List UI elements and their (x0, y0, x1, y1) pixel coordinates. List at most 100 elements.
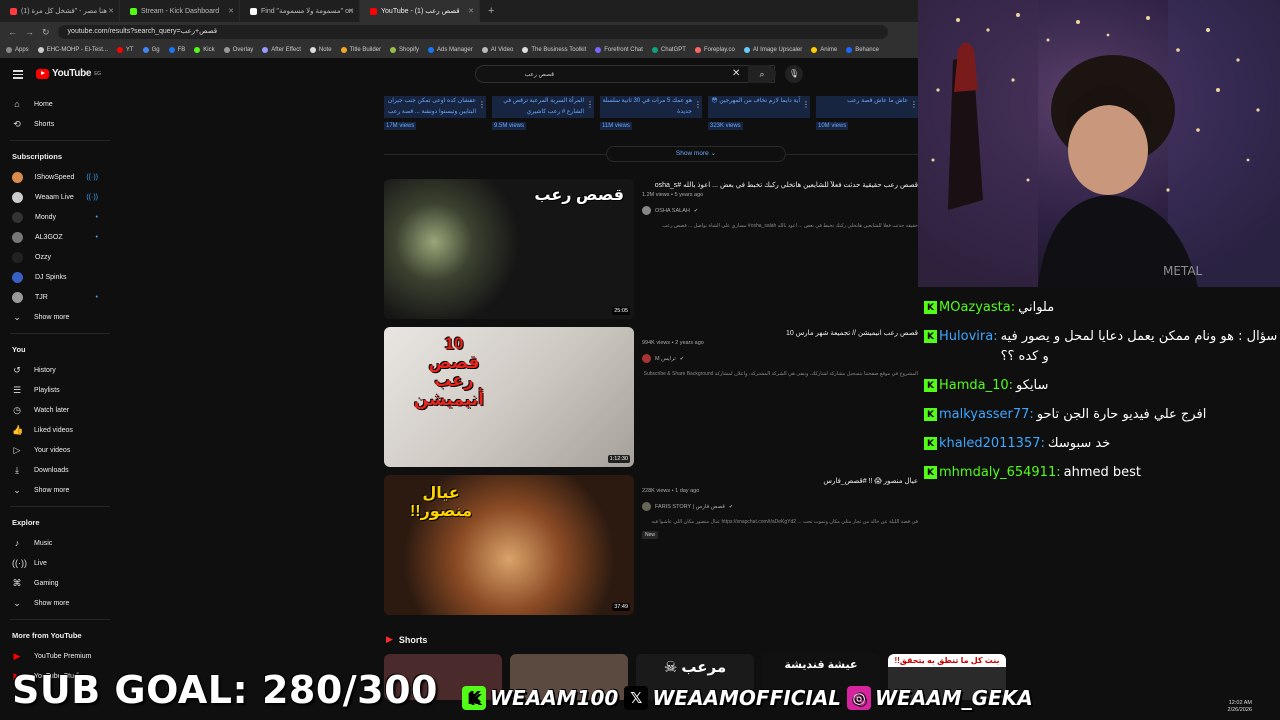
video-result[interactable]: قصص رعب 25:05 قصص رعب حقيقية حدثت فعلاً لل… (384, 179, 918, 319)
bookmark-item[interactable]: Foreplay.co (694, 47, 735, 53)
new-tab-button[interactable]: + (480, 5, 502, 17)
sidebar-item-downloads[interactable]: ⤓ Downloads (0, 460, 120, 480)
video-title[interactable]: قصص رعب انيميشن // تجميعة شهر مارس 10 (642, 329, 918, 337)
url-input[interactable]: youtube.com/results?search_query=قصص+رعب (57, 25, 888, 39)
more-options-icon[interactable]: ⋮ (694, 100, 702, 109)
menu-icon[interactable] (13, 70, 23, 81)
sidebar-item-shorts[interactable]: ⟲ Shorts (0, 114, 120, 134)
subscriptions-show-more[interactable]: ⌄ Show more (0, 307, 120, 327)
bookmark-item[interactable]: Note (309, 47, 332, 53)
sidebar-item-home[interactable]: ⌂ Home (0, 94, 120, 114)
bookmark-item[interactable]: Forefront Chat (595, 47, 643, 53)
you-header[interactable]: You (0, 340, 120, 360)
explore-show-more[interactable]: ⌄ Show more (0, 593, 120, 613)
bookmark-item[interactable]: ChatGPT (651, 47, 686, 53)
search-input[interactable]: قصص رعب (475, 65, 775, 83)
bookmark-item[interactable]: After Effect (262, 47, 301, 53)
bookmark-label: AI Video (490, 47, 514, 53)
microphone-icon[interactable]: 🎙 (785, 65, 803, 83)
sidebar-item-gaming[interactable]: ⌘ Gaming (0, 573, 120, 593)
shelf-video-card[interactable]: عفشان كده اوعى تمكن جنب جيران البتابين و… (384, 96, 486, 136)
shelf-video-card[interactable]: هو عمك 5 مرات في 30 ثانية سلسلة جديدة 11M… (600, 96, 702, 136)
reload-icon[interactable]: ↻ (42, 27, 50, 38)
browser-tab[interactable]: Find "مسمومة ولا مسمومة" on ✕ (240, 0, 360, 22)
bookmark-icon (142, 47, 149, 53)
video-channel[interactable]: M ترايس ✔ (642, 354, 918, 363)
subscription-item[interactable]: Weaam Live ((·)) (0, 187, 120, 207)
bookmark-icon (481, 47, 488, 53)
bookmark-item[interactable]: Ads Manager (428, 47, 473, 53)
video-thumbnail[interactable]: قصص رعب 25:05 (384, 179, 634, 319)
chat-message: Kmhmdaly_654911: ahmed best (918, 463, 1280, 483)
subscription-item[interactable]: Ozzy (0, 247, 120, 267)
subscriptions-header[interactable]: Subscriptions (0, 147, 120, 167)
bookmark-icon (595, 47, 602, 53)
bookmark-item[interactable]: FB (168, 47, 185, 53)
more-options-icon[interactable]: ⋮ (478, 100, 486, 109)
search-icon[interactable]: ⌕ (748, 65, 776, 83)
more-options-icon[interactable]: ⋮ (802, 100, 810, 109)
sidebar-item-your-videos[interactable]: ▷ Your videos (0, 440, 120, 460)
video-title[interactable]: عيال منصور 😱 !! #قصص_فارس (642, 477, 918, 485)
video-result[interactable]: 10 قصص رعب أنيميشن 1:12:30 قصص رعب انيميشن… (384, 327, 918, 467)
browser-tab[interactable]: (1) هنا مصر - "فشخل كل مرة ✕ (0, 0, 120, 22)
video-thumbnail[interactable]: عيال منصور!! 37:49 (384, 475, 634, 615)
more-options-icon[interactable]: ⋮ (910, 100, 918, 109)
bookmark-item[interactable]: Gg (142, 47, 160, 53)
video-title[interactable]: قصص رعب حقيقية حدثت فعلاً للشايعين هاتخل… (642, 181, 918, 189)
shelf-video-card[interactable]: آية دايما لازم تخاف من المهرجين 😳 323K vi… (708, 96, 810, 136)
bookmark-icon (743, 47, 750, 53)
close-tab-icon[interactable]: ✕ (228, 7, 234, 15)
chat-username[interactable]: MOazyasta: (939, 298, 1015, 318)
sidebar-item-liked-videos[interactable]: 👍 Liked videos (0, 420, 120, 440)
browser-tab[interactable]: Stream - Kick Dashboard ✕ (120, 0, 240, 22)
show-more-button[interactable]: Show more ⌄ (606, 146, 786, 162)
chat-username[interactable]: khaled2011357: (939, 434, 1045, 454)
more-options-icon[interactable]: ⋮ (586, 100, 594, 109)
sidebar-item-youtube-product[interactable]: ▶ YouTube Premium (0, 646, 120, 666)
bookmark-item[interactable]: Apps (6, 47, 29, 53)
chat-username[interactable]: Hamda_10: (939, 376, 1013, 396)
bookmark-item[interactable]: AI Image Upscaler (743, 47, 802, 53)
sidebar-item-music[interactable]: ♪ Music (0, 533, 120, 553)
sidebar-item-playlists[interactable]: ☰ Playlists (0, 380, 120, 400)
video-channel[interactable]: OSHA SALAH ✔ (642, 206, 918, 215)
you-show-more[interactable]: ⌄ Show more (0, 480, 120, 500)
back-icon[interactable]: ← (8, 27, 17, 37)
subscription-item[interactable]: TJR • (0, 287, 120, 307)
subscription-item[interactable]: DJ Spinks (0, 267, 120, 287)
sidebar-item-history[interactable]: ↺ History (0, 360, 120, 380)
shelf-video-card[interactable]: عاش ما عاش قصة رعب 10M views ⋮ (816, 96, 918, 136)
forward-icon[interactable]: → (25, 27, 34, 37)
sidebar-item-live[interactable]: ((·)) Live (0, 553, 120, 573)
bookmark-item[interactable]: Kick (194, 47, 215, 53)
chat-username[interactable]: mhmdaly_654911: (939, 463, 1061, 483)
subscription-item[interactable]: Mondy • (0, 207, 120, 227)
video-result[interactable]: عيال منصور!! 37:49 عيال منصور 😱 !! #قصص_فا… (384, 475, 918, 615)
subscription-item[interactable]: AL3GOZ • (0, 227, 120, 247)
sidebar-item-watch-later[interactable]: ◷ Watch later (0, 400, 120, 420)
bookmark-item[interactable]: AI Video (481, 47, 514, 53)
bookmark-item[interactable]: Title Builder (340, 47, 381, 53)
shelf-video-card[interactable]: المرأة السرية المرعبة ترقص في الشارع # ر… (492, 96, 594, 136)
avatar (12, 271, 23, 283)
video-channel[interactable]: FARIS STORY | قصص فارس ✔ (642, 502, 918, 511)
bookmark-item[interactable]: Anime (811, 47, 837, 53)
youtube-logo[interactable]: YouTube EG (36, 68, 101, 79)
bookmark-item[interactable]: The Business Toolkit (522, 47, 586, 53)
chat-username[interactable]: malkyasser77: (939, 405, 1034, 425)
clear-search-icon[interactable]: ✕ (732, 68, 740, 79)
chat-text: ahmed best (1063, 465, 1141, 480)
browser-tab[interactable]: YouTube - (1) قصص رعب ✕ (360, 0, 480, 22)
close-tab-icon[interactable]: ✕ (348, 7, 354, 15)
chat-username[interactable]: Hulovira: (939, 327, 998, 347)
bookmark-item[interactable]: Behance (846, 47, 879, 53)
bookmark-item[interactable]: Shopify (390, 47, 419, 53)
subscription-item[interactable]: IShowSpeed ((·)) (0, 167, 120, 187)
video-thumbnail[interactable]: 10 قصص رعب أنيميشن 1:12:30 (384, 327, 634, 467)
bookmark-item[interactable]: YT (116, 47, 134, 53)
bookmark-item[interactable]: Overlay (223, 47, 253, 53)
close-tab-icon[interactable]: ✕ (468, 7, 474, 15)
bookmark-item[interactable]: EHC-MOHP - El-Test... (37, 47, 108, 53)
close-tab-icon[interactable]: ✕ (108, 7, 114, 15)
